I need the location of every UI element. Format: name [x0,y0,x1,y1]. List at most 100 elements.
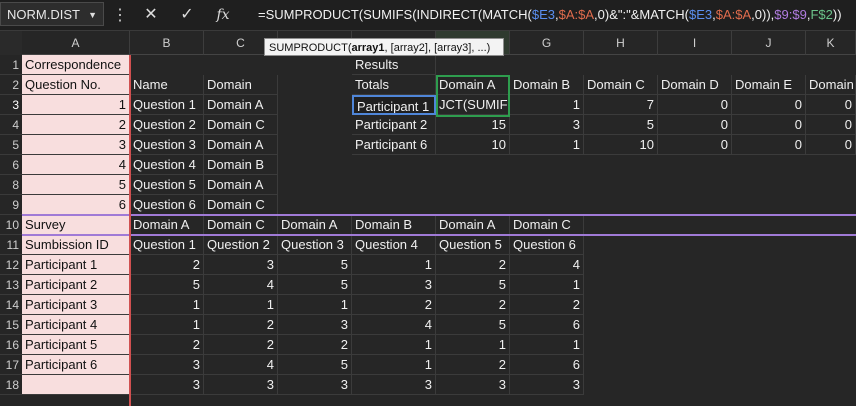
cell-h3[interactable]: 7 [584,95,658,115]
cell-e2[interactable]: Totals [352,75,436,95]
cell-c5[interactable]: Domain A [204,135,278,155]
cell-c11[interactable]: 3 [204,255,278,275]
row-header-9[interactable]: 9 [0,195,22,215]
cell-e4[interactable]: Participant 2 [352,115,436,135]
enter-icon[interactable]: ✓ [176,4,198,26]
row-header-13[interactable]: 13 [0,275,22,295]
cell-j2[interactable]: Domain E [732,75,806,95]
row-header-8[interactable]: 8 [0,175,22,195]
cell-e16[interactable]: 1 [352,355,436,375]
cell-f11[interactable]: 2 [436,255,510,275]
column-header-a[interactable]: A [22,31,130,55]
column-header-i[interactable]: I [658,31,732,55]
cell-a12[interactable]: Participant 2 [22,275,130,295]
column-header-b[interactable]: B [130,31,204,55]
cell-g2[interactable]: Domain B [510,75,584,95]
cell-e15[interactable]: 1 [352,335,436,355]
cell-e11[interactable]: 1 [352,255,436,275]
spreadsheet-grid[interactable]: ABCDEFGHIJK12345689101112131415161718Cor… [0,31,856,406]
cell-j5[interactable]: 0 [732,135,806,155]
cell-b2[interactable]: Name [130,75,204,95]
cancel-icon[interactable]: ✕ [140,4,162,26]
cell-d16[interactable]: 5 [278,355,352,375]
cell-b4[interactable]: Question 2 [130,115,204,135]
cell-b8[interactable]: Question 6 [130,195,204,215]
cell-f12[interactable]: 5 [436,275,510,295]
cell-g3[interactable]: 1 [510,95,584,115]
cell-a11[interactable]: Participant 1 [22,255,130,275]
cell-b11[interactable]: 2 [130,255,204,275]
cell-e13[interactable]: 2 [352,295,436,315]
cell-h5[interactable]: 10 [584,135,658,155]
cell-a4[interactable]: 2 [22,115,130,135]
cell-b12[interactable]: 5 [130,275,204,295]
cell-g14[interactable]: 6 [510,315,584,335]
cell-d12[interactable]: 5 [278,275,352,295]
cell-h2[interactable]: Domain C [584,75,658,95]
cell-a8[interactable]: 6 [22,195,130,215]
name-box-dropdown-icon[interactable]: ▼ [88,3,97,27]
cell-a3[interactable]: 1 [22,95,130,115]
cell-a15[interactable]: Participant 5 [22,335,130,355]
cell-d9[interactable]: Domain A [278,215,352,235]
cell-g4[interactable]: 3 [510,115,584,135]
cell-e1[interactable]: Results [352,55,436,75]
cell-h4[interactable]: 5 [584,115,658,135]
cell-f4[interactable]: 15 [436,115,510,135]
cell-c10[interactable]: Question 2 [204,235,278,255]
cell-c13[interactable]: 1 [204,295,278,315]
cell-f17[interactable]: 3 [436,375,510,395]
cell-e17[interactable]: 3 [352,375,436,395]
row-header-16[interactable]: 16 [0,335,22,355]
cell-c17[interactable]: 3 [204,375,278,395]
cell-b6[interactable]: Question 4 [130,155,204,175]
cell-f2[interactable]: Domain A [436,75,510,95]
cell-k4[interactable]: 0 [806,115,856,135]
cell-f3[interactable]: JCT(SUMIFS [436,95,510,115]
cell-a10[interactable]: Sumbission ID [22,235,130,255]
cell-b14[interactable]: 1 [130,315,204,335]
cell-c2[interactable]: Domain [204,75,278,95]
cell-g12[interactable]: 1 [510,275,584,295]
row-header-12[interactable]: 12 [0,255,22,275]
cell-c14[interactable]: 2 [204,315,278,335]
row-header-18[interactable]: 18 [0,375,22,395]
row-header-17[interactable]: 17 [0,355,22,375]
cell-f5[interactable]: 10 [436,135,510,155]
cell-j4[interactable]: 0 [732,115,806,135]
cell-i5[interactable]: 0 [658,135,732,155]
cell-a13[interactable]: Participant 3 [22,295,130,315]
cell-a18[interactable] [22,375,130,395]
row-header-6[interactable]: 6 [0,155,22,175]
cell-b16[interactable]: 3 [130,355,204,375]
name-box[interactable]: NORM.DIST ▼ [0,2,104,26]
cell-f16[interactable]: 2 [436,355,510,375]
row-header-3[interactable]: 3 [0,95,22,115]
cell-a6[interactable]: 4 [22,155,130,175]
cell-k3[interactable]: 0 [806,95,856,115]
column-header-h[interactable]: H [584,31,658,55]
cell-g10[interactable]: Question 6 [510,235,584,255]
row-header-11[interactable]: 11 [0,235,22,255]
cell-j3[interactable]: 0 [732,95,806,115]
cell-c12[interactable]: 4 [204,275,278,295]
cell-a9[interactable]: Survey [22,215,130,235]
cell-d15[interactable]: 2 [278,335,352,355]
column-header-g[interactable]: G [510,31,584,55]
cell-k5[interactable]: 0 [806,135,856,155]
insert-function-icon[interactable]: fx [212,4,234,26]
cell-b9[interactable]: Domain A [130,215,204,235]
cell-a14[interactable]: Participant 4 [22,315,130,335]
row-header-2[interactable]: 2 [0,75,22,95]
select-all-corner[interactable] [0,31,23,56]
cell-d11[interactable]: 5 [278,255,352,275]
cell-b17[interactable]: 3 [130,375,204,395]
cell-f15[interactable]: 1 [436,335,510,355]
cell-e14[interactable]: 4 [352,315,436,335]
cell-f10[interactable]: Question 5 [436,235,510,255]
cell-f9[interactable]: Domain A [436,215,510,235]
cell-c16[interactable]: 4 [204,355,278,375]
row-header-14[interactable]: 14 [0,295,22,315]
cell-g9[interactable]: Domain C [510,215,584,235]
cell-a7[interactable]: 5 [22,175,130,195]
